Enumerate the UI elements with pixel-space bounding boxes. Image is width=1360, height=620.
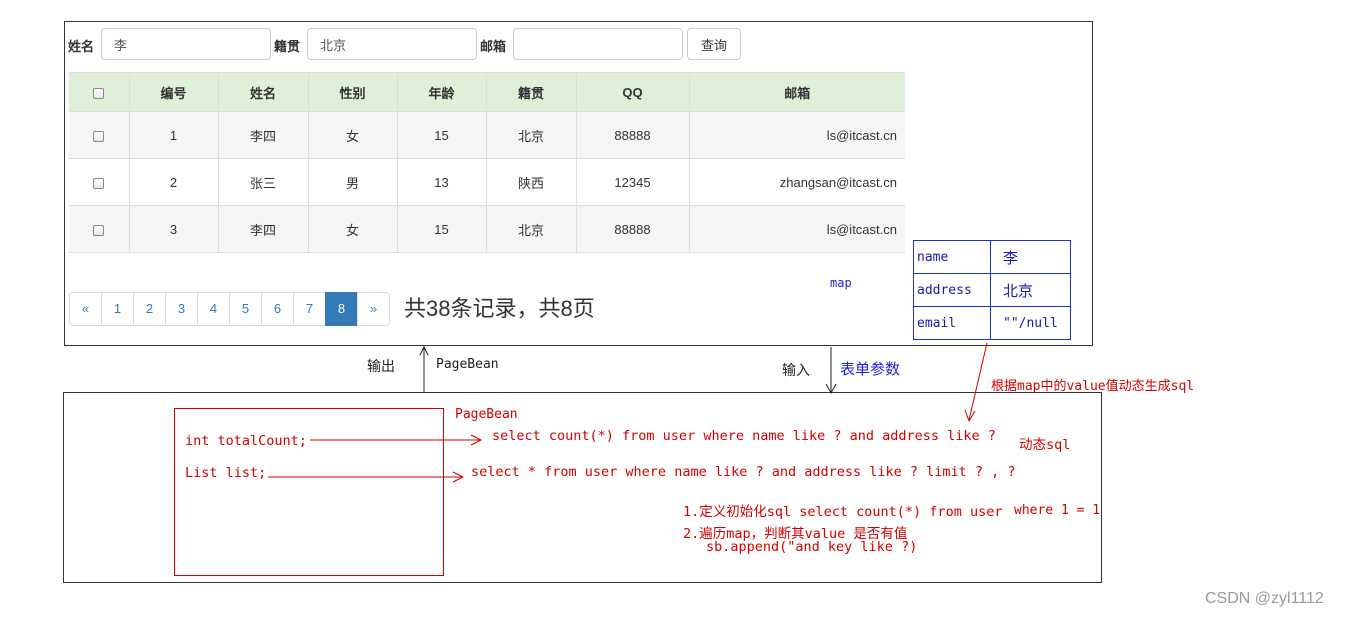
header-gender: 性别 xyxy=(307,72,398,112)
cell-qq: 88888 xyxy=(575,111,690,159)
table-header-row: 编号 姓名 性别 年龄 籍贯 QQ 邮箱 xyxy=(69,72,905,112)
field-total-count: int totalCount; xyxy=(185,433,307,449)
header-email: 邮箱 xyxy=(688,72,905,112)
pagebean-output-label: PageBean xyxy=(436,357,499,372)
cell-name: 李四 xyxy=(217,111,309,159)
map-table: name 李 address 北京 email ""/null xyxy=(913,240,1071,340)
cell-gender: 女 xyxy=(307,111,398,159)
cell-id: 1 xyxy=(128,111,219,159)
cell-address: 北京 xyxy=(485,205,577,253)
pagination-page-4[interactable]: 4 xyxy=(197,292,230,326)
table-row: 3 李四 女 15 北京 88888 ls@itcast.cn xyxy=(69,205,905,253)
name-input[interactable] xyxy=(101,28,271,60)
step-1-where: where 1 = 1 xyxy=(1014,503,1101,518)
row-checkbox[interactable] xyxy=(93,130,105,142)
pagination-page-8[interactable]: 8 xyxy=(325,292,358,326)
cell-name: 李四 xyxy=(217,205,309,253)
pagination-next[interactable]: » xyxy=(357,292,390,326)
sql-list: select * from user where name like ? and… xyxy=(471,464,1016,480)
form-params-label: 表单参数 xyxy=(840,361,901,378)
cell-email: ls@itcast.cn xyxy=(688,111,905,159)
row-select-cell xyxy=(69,111,130,159)
step-3: sb.append("and key like ?) xyxy=(706,539,918,555)
select-all-checkbox[interactable] xyxy=(93,87,105,99)
output-arrow xyxy=(419,345,429,392)
cell-gender: 男 xyxy=(307,158,398,206)
cell-gender: 女 xyxy=(307,205,398,253)
cell-id: 2 xyxy=(128,158,219,206)
row-select-cell xyxy=(69,158,130,206)
header-address: 籍贯 xyxy=(485,72,577,112)
cell-age: 13 xyxy=(396,158,487,206)
header-name: 姓名 xyxy=(217,72,309,112)
cell-age: 15 xyxy=(396,111,487,159)
header-id: 编号 xyxy=(128,72,219,112)
map-key: email xyxy=(913,306,991,340)
step-1: 1.定义初始化sql select count(*) from user xyxy=(683,504,1003,520)
cell-name: 张三 xyxy=(217,158,309,206)
cell-email: zhangsan@itcast.cn xyxy=(688,158,905,206)
table-row: 1 李四 女 15 北京 88888 ls@itcast.cn xyxy=(69,111,905,159)
select-all-cell xyxy=(69,72,130,112)
email-label: 邮箱 xyxy=(480,39,507,54)
name-label: 姓名 xyxy=(68,39,95,54)
map-row: name 李 xyxy=(913,240,1071,274)
header-qq: QQ xyxy=(575,72,690,112)
cell-qq: 88888 xyxy=(575,205,690,253)
address-input[interactable] xyxy=(307,28,477,60)
pagination-page-7[interactable]: 7 xyxy=(293,292,326,326)
map-row: address 北京 xyxy=(913,273,1071,307)
map-key: name xyxy=(913,240,991,274)
map-row: email ""/null xyxy=(913,306,1071,340)
pagination-page-6[interactable]: 6 xyxy=(261,292,294,326)
row-select-cell xyxy=(69,205,130,253)
pagebean-title: PageBean xyxy=(455,407,518,422)
pagination: « 1 2 3 4 5 6 7 8 » xyxy=(69,292,390,326)
map-value: 北京 xyxy=(990,273,1071,307)
map-key: address xyxy=(913,273,991,307)
table-row: 2 张三 男 13 陕西 12345 zhangsan@itcast.cn xyxy=(69,158,905,206)
output-label: 输出 xyxy=(367,358,395,374)
pagination-page-5[interactable]: 5 xyxy=(229,292,262,326)
field-list: List list; xyxy=(185,465,267,481)
row-checkbox[interactable] xyxy=(93,224,105,236)
sql-count: select count(*) from user where name lik… xyxy=(492,428,996,444)
header-age: 年龄 xyxy=(396,72,487,112)
pagination-page-1[interactable]: 1 xyxy=(101,292,134,326)
row-checkbox[interactable] xyxy=(93,177,105,189)
pagination-page-2[interactable]: 2 xyxy=(133,292,166,326)
pagination-prev[interactable]: « xyxy=(69,292,102,326)
address-label: 籍贯 xyxy=(274,39,301,54)
cell-id: 3 xyxy=(128,205,219,253)
email-input[interactable] xyxy=(513,28,683,60)
record-summary: 共38条记录，共8页 xyxy=(404,296,595,321)
query-button[interactable]: 查询 xyxy=(687,28,741,60)
input-label: 输入 xyxy=(782,362,810,378)
cell-email: ls@itcast.cn xyxy=(688,205,905,253)
map-value: 李 xyxy=(990,240,1071,274)
watermark: CSDN @zyl1112 xyxy=(1205,590,1324,607)
map-label: map xyxy=(830,276,852,290)
user-table: 编号 姓名 性别 年龄 籍贯 QQ 邮箱 1 李四 女 15 北京 88888 … xyxy=(69,72,905,253)
cell-age: 15 xyxy=(396,205,487,253)
input-arrow xyxy=(825,347,837,395)
cell-address: 北京 xyxy=(485,111,577,159)
pagination-page-3[interactable]: 3 xyxy=(165,292,198,326)
dynamic-sql-label: 动态sql xyxy=(1019,437,1071,453)
cell-qq: 12345 xyxy=(575,158,690,206)
map-value: ""/null xyxy=(990,306,1071,340)
cell-address: 陕西 xyxy=(485,158,577,206)
